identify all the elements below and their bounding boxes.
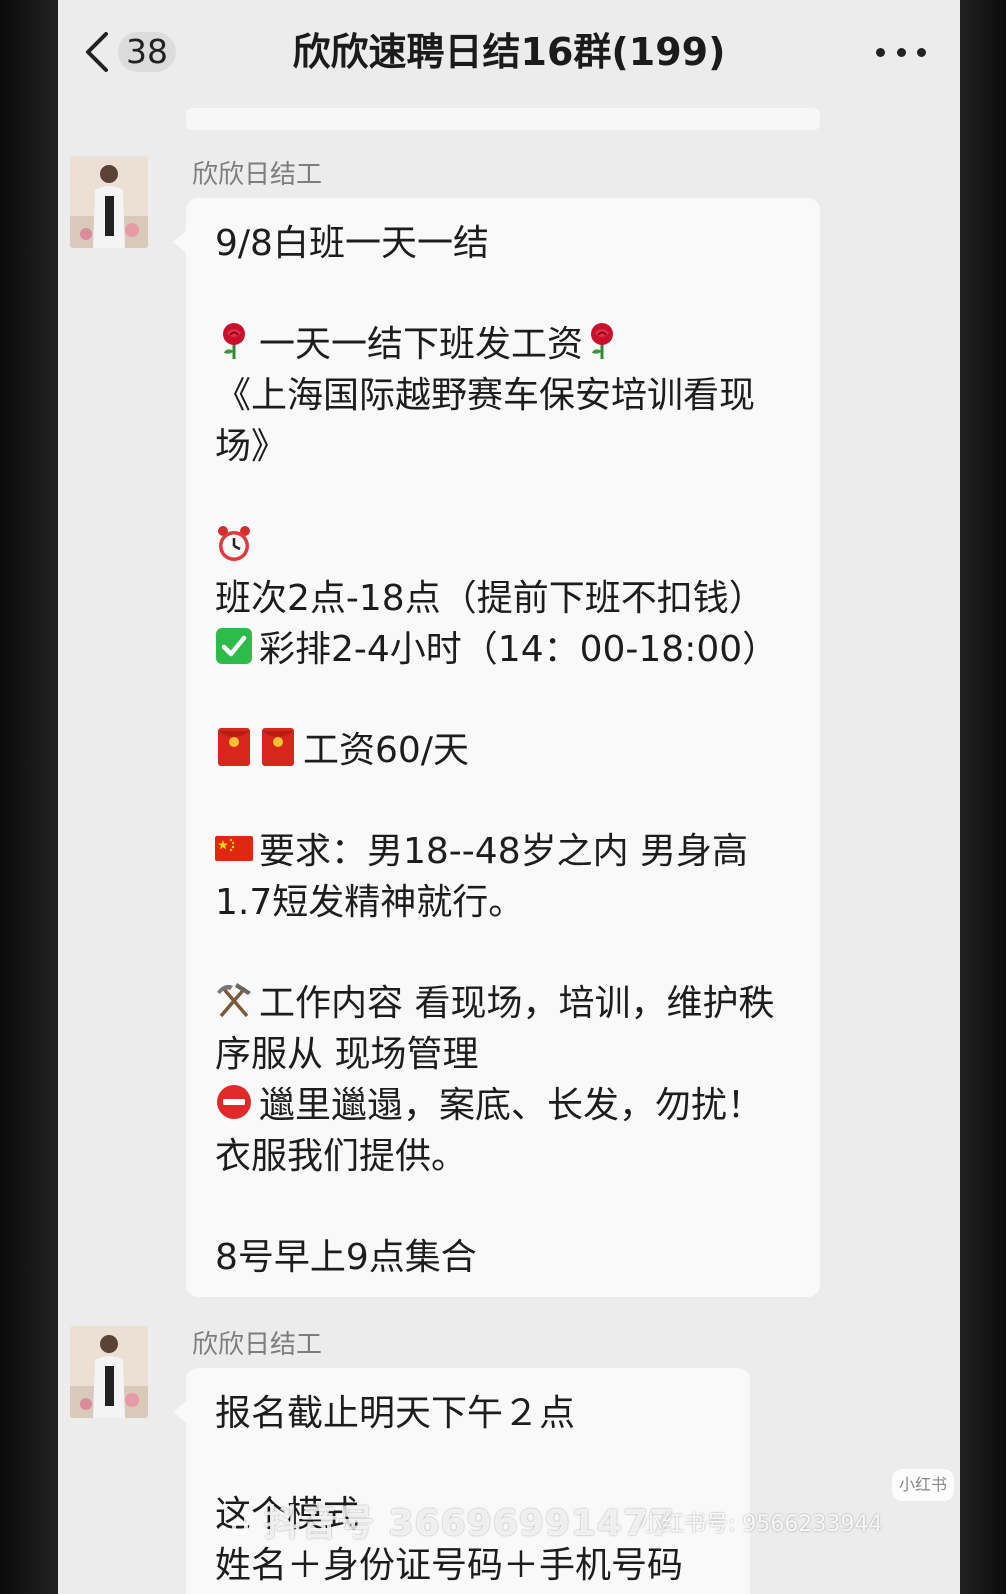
message-line: 工资60/天 <box>215 725 794 776</box>
message-text: 一天一结下班发工资 <box>259 324 584 365</box>
avatar[interactable] <box>70 1326 148 1418</box>
check-mark-icon <box>215 626 253 666</box>
no-entry-icon <box>215 1082 253 1122</box>
message-line: 工作内容 看现场，培训，维护秩序服从 现场管理 <box>215 978 794 1080</box>
chevron-left-icon <box>86 32 108 72</box>
unread-count-badge[interactable]: 38 <box>118 32 176 72</box>
watermark-badge: 小红书 <box>892 1469 954 1501</box>
left-frame <box>0 0 58 1594</box>
message-text: 彩排2-4小时（14：00-18:00） <box>259 629 779 670</box>
message-bubble[interactable]: 报名截止明天下午２点 这个模式 姓名＋身份证号码＋手机号码 <box>173 1368 750 1594</box>
message-line: 报名截止明天下午２点 <box>215 1388 724 1439</box>
chat-header: 38 欣欣速聘日结16群(199) <box>58 0 960 104</box>
message-text: 班次2点-18点（提前下班不扣钱） <box>215 578 765 619</box>
chat-title: 欣欣速聘日结16群(199) <box>292 30 726 74</box>
message-text: 9/8白班一天一结 <box>215 223 489 264</box>
douyin-logo-icon <box>232 1509 255 1535</box>
message-text: 要求：男18--48岁之内 男身高1.7短发精神就行。 <box>215 831 749 923</box>
more-dots-icon <box>876 47 885 57</box>
message-line: 邋里邋遢，案底、长发，勿扰！衣服我们提供。 <box>215 1080 794 1182</box>
avatar-photo <box>70 1326 148 1418</box>
rose-icon <box>583 321 621 361</box>
message-text: 工作内容 看现场，培训，维护秩序服从 现场管理 <box>215 983 775 1075</box>
watermark-douyin-text: 抖音号 36696991477 <box>264 1503 676 1544</box>
avatar[interactable] <box>70 156 148 248</box>
message-text: 邋里邋遢，案底、长发，勿扰！衣服我们提供。 <box>215 1085 764 1177</box>
message-line: 8号早上9点集合 <box>215 1232 794 1283</box>
message-line: 9/8白班一天一结 <box>215 218 794 269</box>
message-text: 姓名＋身份证号码＋手机号码 <box>215 1545 684 1586</box>
red-envelope-icon <box>259 727 297 767</box>
message-line: 要求：男18--48岁之内 男身高1.7短发精神就行。 <box>215 826 794 928</box>
message-bubble[interactable]: 9/8白班一天一结一天一结下班发工资《上海国际越野赛车保安培训看现场》班次2点-… <box>173 198 820 1297</box>
back-button[interactable] <box>80 30 116 74</box>
message-line: 班次2点-18点（提前下班不扣钱） <box>215 522 794 624</box>
message-text: 8号早上9点集合 <box>215 1237 477 1278</box>
message-line: 彩排2-4小时（14：00-18:00） <box>215 624 794 675</box>
sender-name: 欣欣日结工 <box>192 160 323 190</box>
message-line: 一天一结下班发工资 <box>215 319 794 370</box>
watermark-douyin: 抖音号 36696991477 <box>226 1494 675 1546</box>
avatar-photo <box>70 156 148 248</box>
rose-icon <box>215 321 253 361</box>
red-envelope-icon <box>215 727 253 767</box>
chat-screen: 38 欣欣速聘日结16群(199) 欣欣日结工 9/8白班一天一结一天一结下班发… <box>58 0 960 1594</box>
message-text: 报名截止明天下午２点 <box>215 1393 576 1434</box>
right-frame <box>960 0 1006 1594</box>
message-text: 《上海国际越野赛车保安培训看现场》 <box>215 375 756 467</box>
china-flag-icon <box>215 828 253 868</box>
more-options-button[interactable] <box>876 34 926 70</box>
previous-message-edge <box>186 108 820 130</box>
message-line: 姓名＋身份证号码＋手机号码 <box>215 1540 724 1591</box>
hammer-pick-icon <box>215 980 253 1020</box>
watermark-xiaohongshu: 小红书号: 9566233944 <box>640 1512 883 1537</box>
message-line: 《上海国际越野赛车保安培训看现场》 <box>215 370 794 472</box>
alarm-clock-icon <box>215 524 253 564</box>
sender-name: 欣欣日结工 <box>192 1330 323 1360</box>
message-text: 工资60/天 <box>303 730 469 771</box>
